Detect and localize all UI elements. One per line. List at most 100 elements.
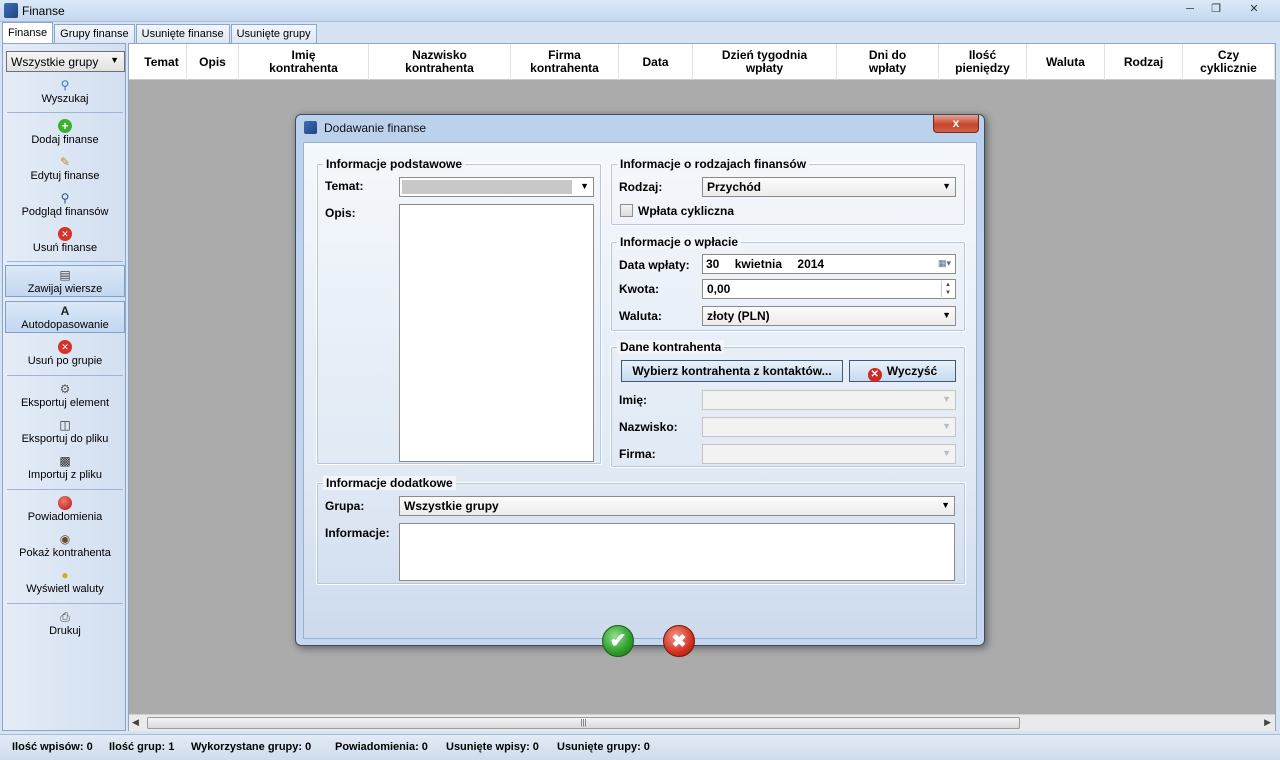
- add-icon: +: [58, 119, 72, 133]
- currency-combo[interactable]: złoty (PLN) ▼: [702, 306, 956, 326]
- cancel-button[interactable]: ✖: [663, 625, 695, 657]
- checkmark-icon: ✔: [609, 630, 627, 652]
- group-filter-select[interactable]: Wszystkie grupy ▼: [6, 51, 125, 72]
- topic-combo[interactable]: ▼: [399, 177, 594, 197]
- window-title: Finanse: [22, 4, 65, 18]
- select-contractor-button[interactable]: Wybierz kontrahenta z kontaktów...: [621, 360, 843, 382]
- company-combo[interactable]: ▼: [702, 444, 956, 464]
- dialog-app-icon: [304, 121, 317, 134]
- first-name-combo[interactable]: ▼: [702, 390, 956, 410]
- scrollbar-thumb[interactable]: |||: [147, 717, 1020, 729]
- column-header[interactable]: Czy cyklicznie: [1183, 44, 1275, 80]
- chevron-down-icon: ▼: [942, 310, 951, 320]
- sidebar-item-import-file[interactable]: ▩ Importuj z pliku: [5, 454, 125, 484]
- status-used-groups: Wykorzystane grupy: 0: [191, 741, 312, 753]
- payment-date-label: Data wpłaty:: [619, 258, 690, 272]
- type-combo-value: Przychód: [707, 180, 762, 194]
- sidebar-item-export-element[interactable]: ⚙ Eksportuj element: [5, 382, 125, 412]
- sidebar-item-search[interactable]: ⚲ Wyszukaj: [5, 78, 125, 108]
- info-textarea[interactable]: [399, 523, 955, 581]
- first-name-label: Imię:: [619, 393, 648, 407]
- column-header[interactable]: Dzień tygodnia wpłaty: [693, 44, 837, 80]
- column-header[interactable]: Temat: [137, 44, 187, 80]
- sidebar-item-wrap-rows[interactable]: ▤ Zawijaj wiersze: [5, 265, 125, 297]
- spin-up-icon[interactable]: ▲: [942, 281, 954, 289]
- description-textarea[interactable]: [399, 204, 594, 462]
- date-year: 2014: [797, 257, 825, 271]
- sidebar-separator: [7, 603, 123, 604]
- sidebar-item-add[interactable]: + Dodaj finanse: [5, 119, 125, 149]
- tab-grupy-finanse[interactable]: Grupy finanse: [54, 24, 135, 44]
- maximize-icon[interactable]: ❐: [1204, 2, 1228, 18]
- finance-type-group: Informacje o rodzajach finansów Rodzaj: …: [610, 157, 966, 226]
- sidebar-item-label: Powiadomienia: [27, 511, 103, 523]
- import-icon: ▩: [59, 454, 71, 468]
- spinner-buttons[interactable]: ▲ ▼: [941, 281, 954, 297]
- sidebar-item-label: Autodopasowanie: [21, 319, 109, 331]
- autofit-icon: A: [60, 304, 70, 318]
- group-filter-value: Wszystkie grupy: [11, 55, 99, 69]
- info-label: Informacje:: [325, 526, 390, 540]
- group-combo[interactable]: Wszystkie grupy ▼: [399, 496, 955, 516]
- chevron-down-icon: ▼: [942, 181, 951, 191]
- horizontal-scrollbar[interactable]: ◀ ||| ▶: [129, 714, 1275, 731]
- wrap-icon: ▤: [59, 268, 71, 282]
- cyclic-payment-checkbox[interactable]: [620, 204, 633, 217]
- column-header[interactable]: Imię kontrahenta: [239, 44, 369, 80]
- column-header[interactable]: Opis: [187, 44, 239, 80]
- sidebar-item-label: Importuj z pliku: [28, 469, 102, 481]
- dialog-title: Dodawanie finanse: [324, 121, 427, 135]
- sidebar-item-show-currencies[interactable]: ● Wyświetl waluty: [5, 568, 125, 598]
- printer-icon: ⎙: [60, 610, 70, 624]
- dialog-close-button[interactable]: x: [933, 115, 979, 133]
- column-header[interactable]: Nazwisko kontrahenta: [369, 44, 511, 80]
- basic-info-group: Informacje podstawowe Temat: ▼ Opis:: [316, 157, 602, 465]
- amount-spinner[interactable]: 0,00 ▲ ▼: [702, 279, 956, 299]
- sidebar-item-edit[interactable]: ✎ Edytuj finanse: [5, 155, 125, 185]
- sidebar-item-delete[interactable]: ✕ Usuń finanse: [5, 227, 125, 257]
- tab-usuniete-grupy[interactable]: Usunięte grupy: [230, 24, 317, 44]
- sidebar-item-label: Usuń finanse: [32, 242, 98, 254]
- status-entries-count: Ilość wpisów: 0: [12, 741, 93, 753]
- clear-contractor-button[interactable]: ✕ Wyczyść: [849, 360, 956, 382]
- status-deleted-groups: Usunięte grupy: 0: [557, 741, 650, 753]
- save-icon: ◫: [59, 418, 71, 432]
- payment-date-picker[interactable]: 30 kwietnia 2014 ▦▾: [702, 254, 956, 274]
- column-header[interactable]: Data: [619, 44, 693, 80]
- column-header[interactable]: Ilość pieniędzy: [939, 44, 1027, 80]
- calendar-icon[interactable]: ▦▾: [938, 258, 951, 269]
- close-icon[interactable]: ✕: [1240, 2, 1268, 18]
- currency-combo-value: złoty (PLN): [707, 309, 770, 323]
- confirm-button[interactable]: ✔: [602, 625, 634, 657]
- search-icon: ⚲: [60, 78, 70, 92]
- column-header[interactable]: Firma kontrahenta: [511, 44, 619, 80]
- sidebar-item-notifications[interactable]: Powiadomienia: [5, 496, 125, 526]
- sidebar-item-show-contractor[interactable]: ◉ Pokaż kontrahenta: [5, 532, 125, 562]
- sidebar-item-autofit[interactable]: A Autodopasowanie: [5, 301, 125, 333]
- date-day: 30: [706, 257, 720, 271]
- column-header[interactable]: Waluta: [1027, 44, 1105, 80]
- sidebar-item-delete-by-group[interactable]: ✕ Usuń po grupie: [5, 340, 125, 370]
- scroll-left-icon[interactable]: ◀: [132, 717, 139, 728]
- scroll-right-icon[interactable]: ▶: [1264, 717, 1271, 728]
- sidebar-item-preview[interactable]: ⚲ Podgląd finansów: [5, 191, 125, 221]
- minimize-icon[interactable]: ─: [1178, 2, 1202, 18]
- tab-finanse[interactable]: Finanse: [2, 22, 54, 44]
- cancel-icon: ✖: [671, 631, 687, 651]
- column-header[interactable]: Rodzaj: [1105, 44, 1183, 80]
- date-month: kwietnia: [734, 257, 783, 271]
- group-combo-value: Wszystkie grupy: [404, 499, 499, 513]
- tab-usuniete-finanse[interactable]: Usunięte finanse: [135, 24, 230, 44]
- type-combo[interactable]: Przychód ▼: [702, 177, 956, 197]
- delete-icon: ✕: [58, 340, 72, 354]
- column-header[interactable]: Dni do wpłaty: [837, 44, 939, 80]
- last-name-combo[interactable]: ▼: [702, 417, 956, 437]
- topic-combo-fill: [402, 180, 572, 194]
- delete-icon: ✕: [58, 227, 72, 241]
- sidebar-item-label: Drukuj: [49, 625, 81, 637]
- additional-info-group: Informacje dodatkowe Grupa: Wszystkie gr…: [316, 476, 966, 585]
- sidebar-item-export-file[interactable]: ◫ Eksportuj do pliku: [5, 418, 125, 448]
- sidebar: Wszystkie grupy ▼ ⚲ Wyszukaj + Dodaj fin…: [2, 43, 126, 731]
- spin-down-icon[interactable]: ▼: [942, 289, 954, 297]
- sidebar-item-print[interactable]: ⎙ Drukuj: [5, 610, 125, 640]
